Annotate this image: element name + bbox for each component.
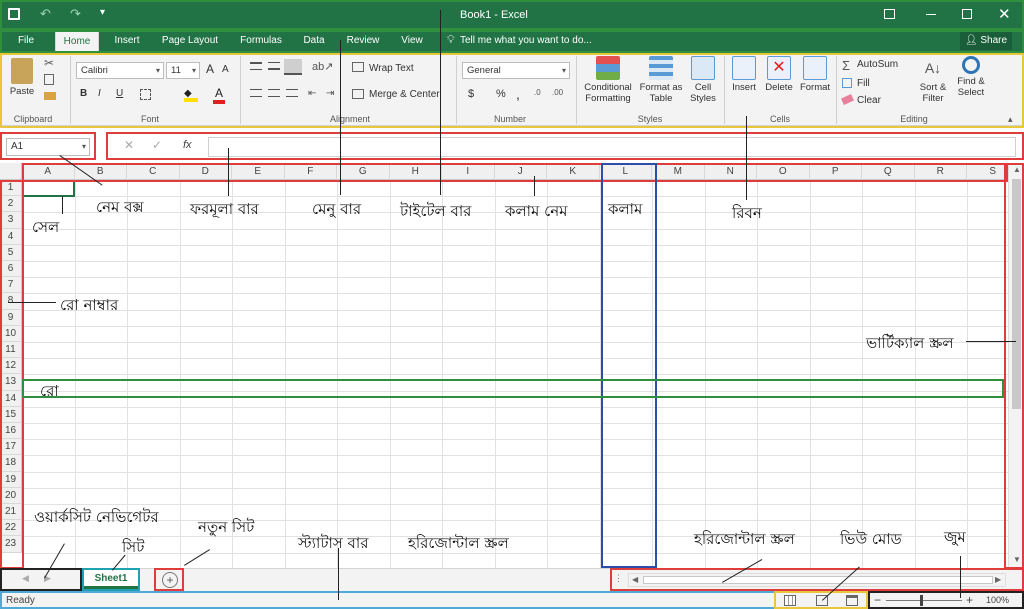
annotation-ribbon: রিবন: [732, 204, 762, 222]
annotation-view-mode: ভিউ মোড: [840, 530, 902, 548]
formulabar-highlight-box: [106, 132, 1024, 160]
navigator-highlight-box: [0, 568, 82, 591]
column-l-highlight-box: [601, 163, 657, 568]
vertical-scroll-highlight-box: [1004, 163, 1024, 569]
grid-row-line: [22, 261, 1008, 262]
titlebar-highlight-box: [0, 0, 1024, 30]
viewmode-highlight-box: [774, 591, 868, 609]
row-header-highlight-box: [0, 180, 24, 569]
grid-row-line: [22, 423, 1008, 424]
grid-row-line: [22, 228, 1008, 230]
grid-row-line: [22, 293, 1008, 295]
grid-row-line: [22, 374, 1008, 376]
grid-row-line: [22, 342, 1008, 343]
grid-row-line: [22, 277, 1008, 279]
grid-row-line: [22, 455, 1008, 457]
annotation-worksheet-navigator: ওয়ার্কসিট নেভিগেটর: [34, 508, 159, 526]
grid-row-line: [22, 471, 1008, 473]
row-13-highlight-box: [22, 379, 1004, 398]
active-cell[interactable]: [22, 180, 75, 197]
namebox-highlight-box: [0, 132, 96, 160]
grid-row-line: [22, 325, 1008, 327]
annotation-formula-bar: ফরমূলা বার: [190, 200, 259, 218]
annotation-new-sheet: নতুন সিট: [198, 518, 255, 536]
column-header-highlight-box: [22, 163, 1008, 182]
annotation-sheet: সিট: [122, 538, 145, 556]
newsheet-highlight-box: [154, 568, 184, 591]
grid-row-line: [22, 504, 1008, 505]
grid-row-line: [22, 244, 1008, 246]
grid-row-line: [22, 439, 1008, 441]
annotation-cell: সেল: [32, 218, 60, 236]
annotation-horizontal-scroll-2: হরিজোন্টাল স্ক্রল: [694, 530, 795, 548]
annotation-title-bar: টাইটেল বার: [400, 202, 472, 220]
statusbar-highlight-box: [0, 591, 776, 609]
annotation-vertical-scroll: ভার্টিক্যাল স্ক্রল: [866, 334, 954, 352]
annotation-column: কলাম: [608, 200, 643, 218]
menubar-highlight-box: [0, 30, 1024, 53]
select-all-corner[interactable]: [0, 163, 22, 180]
ribbon-highlight-box: [0, 53, 1024, 128]
grid-row-line: [22, 309, 1008, 311]
hscroll-highlight-box: [610, 568, 1024, 591]
annotation-name-box: নেম বক্স: [96, 198, 144, 216]
annotation-status-bar: স্ট্যাটাস বার: [298, 534, 369, 552]
zoom-highlight-box: [868, 591, 1024, 609]
grid-row-line: [22, 196, 1008, 198]
annotation-horizontal-scroll-1: হরিজোন্টাল স্ক্রল: [408, 534, 509, 552]
annotation-row: রো: [40, 382, 59, 400]
grid-row-line: [22, 406, 1008, 408]
grid-row-line: [22, 358, 1008, 360]
grid-row-line: [22, 487, 1008, 489]
grid-row-line: [22, 520, 1008, 522]
sheet-highlight-box: [82, 568, 140, 591]
annotation-column-name: কলাম নেম: [505, 202, 568, 220]
annotation-menu-bar: মেনু বার: [312, 200, 362, 218]
annotation-row-number: রো নাম্বার: [60, 296, 119, 314]
annotation-zoom: জুম: [944, 528, 966, 546]
